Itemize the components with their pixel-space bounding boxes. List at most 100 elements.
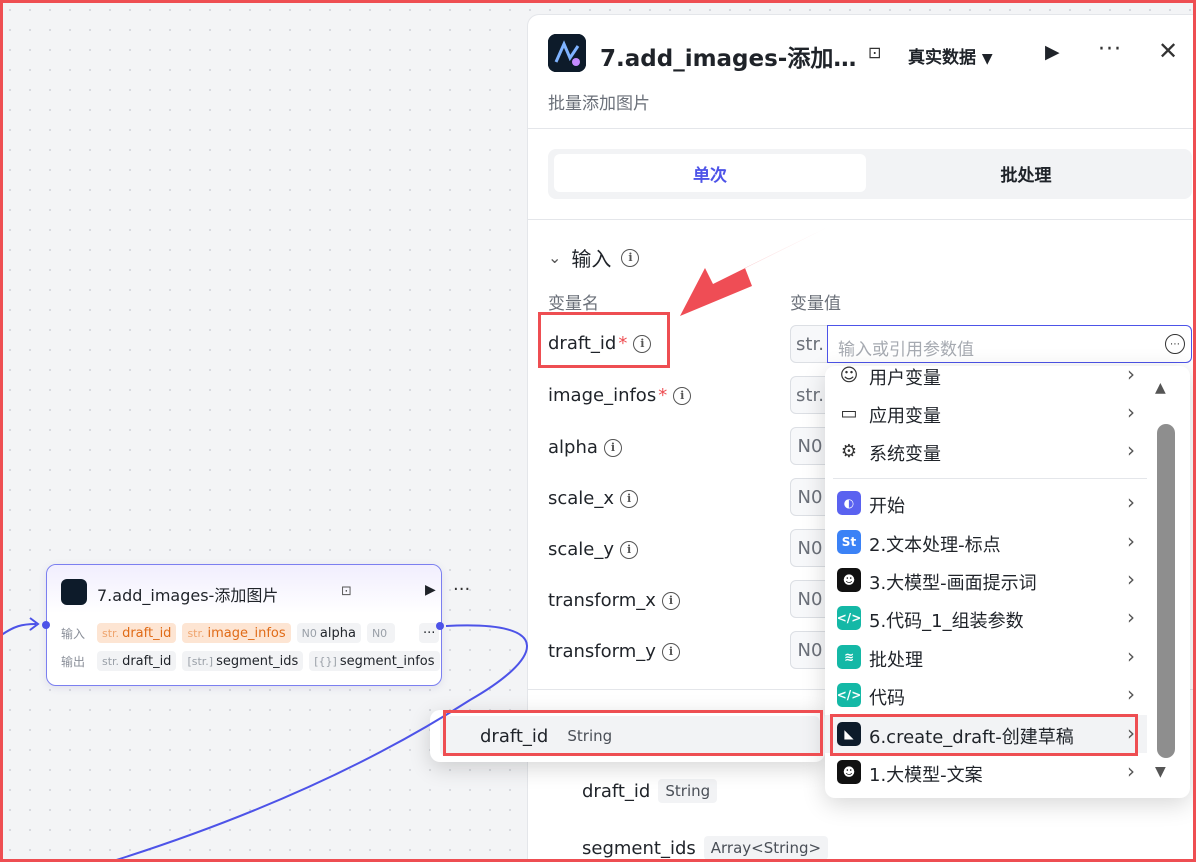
info-icon[interactable]: i xyxy=(621,248,640,267)
variable-submenu: draft_id String xyxy=(430,710,825,762)
param-image-infos: image_infos * i xyxy=(548,385,692,406)
param-scale-x: scale_x i xyxy=(548,488,639,509)
chevron-down-icon: ▼ xyxy=(981,51,993,67)
plugin-icon: ◣ xyxy=(837,722,861,746)
node-inputs-row: 输入 str. draft_id str. image_infos N0 alpha … xyxy=(61,623,440,643)
info-icon[interactable]: i xyxy=(661,642,680,661)
chevron-right-icon: › xyxy=(1127,721,1135,745)
chevron-right-icon: › xyxy=(1127,644,1135,668)
scroll-down-arrow-icon[interactable]: ▼ xyxy=(1155,764,1166,780)
menu-item-user-vars[interactable]: ☺ 用户变量 › xyxy=(825,366,1147,394)
menu-item-llm-copy[interactable]: ☻ 1.大模型-文案 › xyxy=(825,753,1147,791)
param-alpha: alpha i xyxy=(548,437,622,458)
input-chip-faded: N0 xyxy=(366,623,396,643)
scroll-up-arrow-icon[interactable]: ▲ xyxy=(1155,380,1166,396)
info-icon[interactable]: i xyxy=(603,438,622,457)
type-select[interactable]: str. xyxy=(790,325,830,363)
info-icon[interactable]: i xyxy=(673,386,692,405)
output-row-draft-id: draft_id String xyxy=(582,779,718,803)
draft-id-value-input[interactable]: 输入或引用参数值 ⋯ xyxy=(827,325,1192,363)
menu-item-batch[interactable]: ≋ 批处理 › xyxy=(825,638,1147,676)
panel-title: 7.add_images-添加… xyxy=(600,46,857,72)
input-placeholder: 输入或引用参数值 xyxy=(838,340,974,360)
chevron-right-icon: › xyxy=(1127,605,1135,629)
canvas-node-add-images[interactable]: 7.add_images-添加图片 ⊡ ▶ ··· 输入 str. draft_i… xyxy=(46,564,470,686)
code-icon: </> xyxy=(837,606,861,630)
outputs-label: 输出 xyxy=(61,654,86,669)
menu-item-create-draft[interactable]: ◣ 6.create_draft-创建草稿 › xyxy=(825,715,1147,753)
text-process-icon: St xyxy=(837,530,861,554)
chevron-right-icon: › xyxy=(1127,759,1135,783)
run-node-button[interactable]: ▶ xyxy=(425,582,436,598)
input-section-header[interactable]: ⌄ 输入 i xyxy=(548,243,640,272)
chevron-right-icon: › xyxy=(1127,438,1135,462)
tab-batch[interactable]: 批处理 xyxy=(870,154,1182,192)
start-icon: ◐ xyxy=(837,491,861,515)
node-output-port[interactable] xyxy=(436,622,444,630)
chevron-right-icon: › xyxy=(1127,567,1135,591)
chevron-down-icon: ⌄ xyxy=(548,248,562,267)
node-input-port[interactable] xyxy=(42,621,50,629)
panel-subtitle: 批量添加图片 xyxy=(548,94,650,114)
close-icon[interactable]: ✕ xyxy=(1158,37,1178,65)
node-outputs-row: 输出 str. draft_id [str.] segment_ids [{}] se… xyxy=(61,651,440,671)
info-icon[interactable]: i xyxy=(620,540,639,559)
type-select[interactable]: N0 xyxy=(790,427,830,465)
type-tag: String xyxy=(560,724,620,748)
gear-icon: ⚙ xyxy=(840,440,858,462)
section-title: 输入 xyxy=(571,247,612,271)
chevron-right-icon: › xyxy=(1127,682,1135,706)
info-icon[interactable]: i xyxy=(633,334,652,353)
variable-reference-dropdown: ☺ 用户变量 › ▭ 应用变量 › ⚙ 系统变量 › ◐ 开始 › St 2.文本处理-标点 › ☻… xyxy=(825,366,1190,798)
reference-icon[interactable]: ⋯ xyxy=(1165,334,1185,354)
menu-item-code-1[interactable]: </> 5.代码_1_组装参数 › xyxy=(825,599,1147,637)
more-button[interactable]: ··· xyxy=(1098,37,1122,62)
output-chip-segment-infos: [{}] segment_infos xyxy=(309,651,440,671)
type-select[interactable]: N0 xyxy=(790,478,830,516)
chevron-right-icon: › xyxy=(1127,366,1135,386)
batch-icon: ≋ xyxy=(837,645,861,669)
output-chip-draft-id: str. draft_id xyxy=(97,651,177,671)
input-chip-draft-id: str. draft_id xyxy=(97,623,177,643)
type-select[interactable]: str. xyxy=(790,376,830,414)
input-chip-alpha: N0 alpha xyxy=(296,623,361,643)
menu-item-system-vars[interactable]: ⚙ 系统变量 › xyxy=(825,432,1147,470)
plugin-logo-icon xyxy=(548,34,586,72)
menu-item-llm-prompt[interactable]: ☻ 3.大模型-画面提示词 › xyxy=(825,561,1147,599)
node-title: 7.add_images-添加图片 xyxy=(97,586,279,605)
info-icon[interactable]: i xyxy=(620,489,639,508)
code-icon: </> xyxy=(837,683,861,707)
menu-separator xyxy=(833,478,1147,479)
menu-item-start[interactable]: ◐ 开始 › xyxy=(825,484,1147,522)
run-button[interactable]: ▶ xyxy=(1045,41,1060,63)
type-select[interactable]: N0 xyxy=(790,631,830,669)
type-select[interactable]: N0 xyxy=(790,529,830,567)
lock-icon[interactable]: ⊡ xyxy=(868,43,881,62)
folder-icon: ▭ xyxy=(840,402,858,424)
tab-single[interactable]: 单次 xyxy=(554,154,866,192)
param-draft-id: draft_id * i xyxy=(548,333,652,354)
menu-item-app-vars[interactable]: ▭ 应用变量 › xyxy=(825,394,1147,432)
menu-item-text-process[interactable]: St 2.文本处理-标点 › xyxy=(825,523,1147,561)
param-transform-x: transform_x i xyxy=(548,590,680,611)
submenu-item-draft-id[interactable]: draft_id String xyxy=(440,716,820,756)
menu-item-code[interactable]: </> 代码 › xyxy=(825,676,1147,714)
divider xyxy=(528,128,1196,129)
column-header-name: 变量名 xyxy=(548,294,599,314)
info-icon[interactable]: i xyxy=(661,591,680,610)
output-row-segment-ids: segment_ids Array<String> xyxy=(582,836,829,860)
output-chip-segment-ids: [str.] segment_ids xyxy=(182,651,304,671)
mode-tabs: 单次 批处理 xyxy=(548,149,1192,199)
llm-icon: ☻ xyxy=(837,760,861,784)
type-select[interactable]: N0 xyxy=(790,580,830,618)
plugin-logo-icon xyxy=(61,579,87,605)
data-mode-select[interactable]: 真实数据 ▼ xyxy=(908,43,993,68)
dropdown-scrollbar[interactable] xyxy=(1157,424,1175,758)
chevron-right-icon: › xyxy=(1127,490,1135,514)
param-transform-y: transform_y i xyxy=(548,641,680,662)
node-more-button[interactable]: ··· xyxy=(453,579,470,600)
param-scale-y: scale_y i xyxy=(548,539,639,560)
user-icon: ☺ xyxy=(839,366,859,386)
input-chip-image-infos: str. image_infos xyxy=(182,623,291,643)
llm-icon: ☻ xyxy=(837,568,861,592)
